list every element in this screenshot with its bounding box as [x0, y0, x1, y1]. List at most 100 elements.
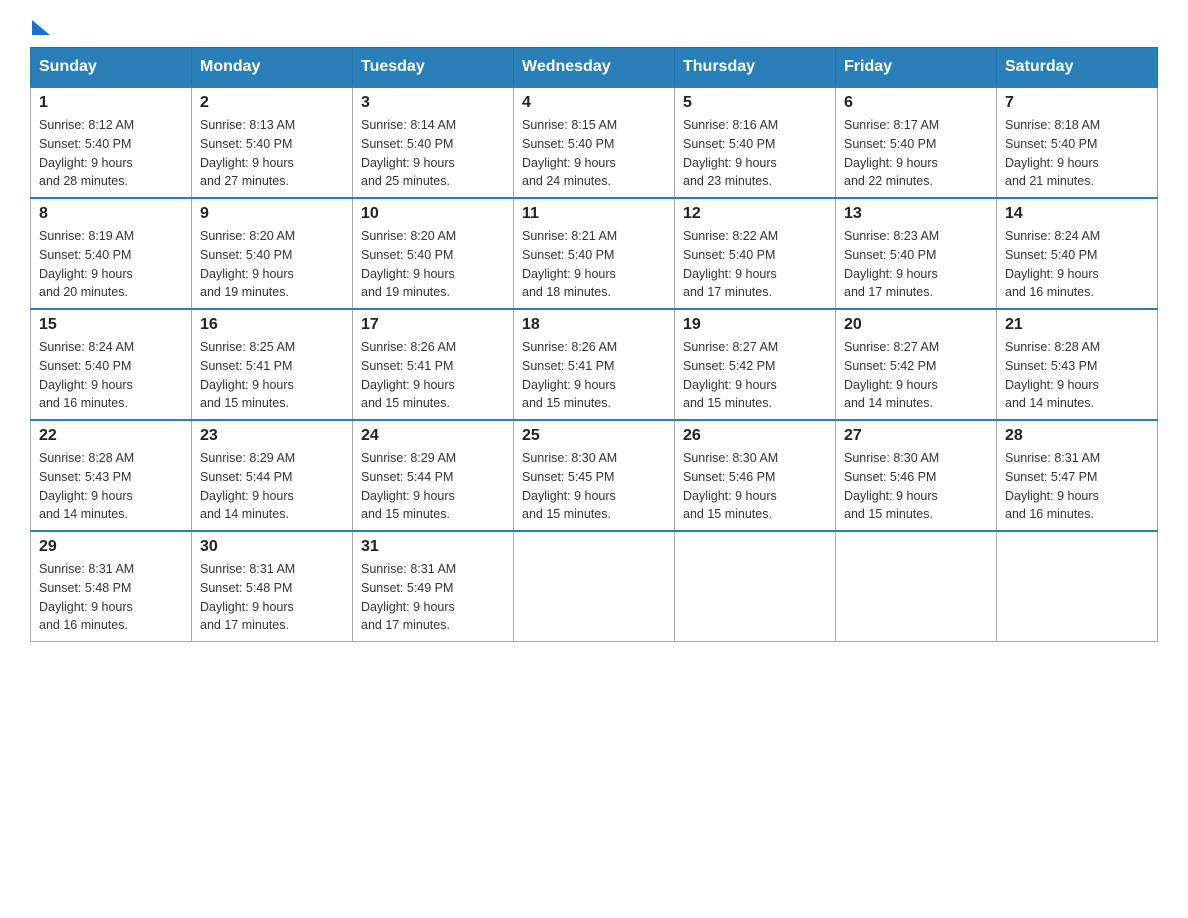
day-number: 15	[39, 316, 183, 334]
calendar-header-row: SundayMondayTuesdayWednesdayThursdayFrid…	[31, 48, 1158, 88]
day-number: 27	[844, 427, 988, 445]
calendar-day-cell: 31Sunrise: 8:31 AMSunset: 5:49 PMDayligh…	[353, 531, 514, 642]
day-info: Sunrise: 8:13 AMSunset: 5:40 PMDaylight:…	[200, 116, 344, 191]
day-info: Sunrise: 8:24 AMSunset: 5:40 PMDaylight:…	[1005, 227, 1149, 302]
calendar-day-cell: 26 Sunrise: 8:30 AMSunset: 5:46 PMDayligh…	[675, 420, 836, 531]
day-number: 26	[683, 427, 827, 445]
calendar-day-cell: 30 Sunrise: 8:31 AMSunset: 5:48 PMDayligh…	[192, 531, 353, 642]
day-number: 23	[200, 427, 344, 445]
day-number: 10	[361, 205, 505, 223]
calendar-day-cell: 20 Sunrise: 8:27 AMSunset: 5:42 PMDayligh…	[836, 309, 997, 420]
day-number: 24	[361, 427, 505, 445]
day-number: 3	[361, 94, 505, 112]
logo-arrow-icon	[32, 20, 50, 35]
calendar-day-cell: 5Sunrise: 8:16 AMSunset: 5:40 PMDaylight…	[675, 87, 836, 198]
calendar-day-cell: 12 Sunrise: 8:22 AMSunset: 5:40 PMDayligh…	[675, 198, 836, 309]
day-number: 18	[522, 316, 666, 334]
day-number: 7	[1005, 94, 1149, 112]
calendar-day-cell: 6Sunrise: 8:17 AMSunset: 5:40 PMDaylight…	[836, 87, 997, 198]
logo	[30, 20, 50, 37]
calendar-day-cell: 16Sunrise: 8:25 AMSunset: 5:41 PMDayligh…	[192, 309, 353, 420]
day-number: 1	[39, 94, 183, 112]
day-info: Sunrise: 8:31 AMSunset: 5:48 PMDaylight:…	[200, 560, 344, 635]
calendar-week-row: 15 Sunrise: 8:24 AMSunset: 5:40 PMDayligh…	[31, 309, 1158, 420]
day-number: 16	[200, 316, 344, 334]
day-of-week-header: Saturday	[997, 48, 1158, 88]
day-number: 9	[200, 205, 344, 223]
day-info: Sunrise: 8:20 AMSunset: 5:40 PMDaylight:…	[361, 227, 505, 302]
calendar-week-row: 8 Sunrise: 8:19 AMSunset: 5:40 PMDaylight…	[31, 198, 1158, 309]
day-info: Sunrise: 8:29 AMSunset: 5:44 PMDaylight:…	[361, 449, 505, 524]
day-number: 8	[39, 205, 183, 223]
day-of-week-header: Thursday	[675, 48, 836, 88]
day-info: Sunrise: 8:23 AMSunset: 5:40 PMDaylight:…	[844, 227, 988, 302]
calendar-day-cell	[675, 531, 836, 642]
calendar-day-cell: 7 Sunrise: 8:18 AMSunset: 5:40 PMDaylight…	[997, 87, 1158, 198]
calendar-day-cell: 27 Sunrise: 8:30 AMSunset: 5:46 PMDayligh…	[836, 420, 997, 531]
calendar-day-cell: 9 Sunrise: 8:20 AMSunset: 5:40 PMDaylight…	[192, 198, 353, 309]
day-number: 17	[361, 316, 505, 334]
calendar-table: SundayMondayTuesdayWednesdayThursdayFrid…	[30, 47, 1158, 642]
day-info: Sunrise: 8:27 AMSunset: 5:42 PMDaylight:…	[683, 338, 827, 413]
calendar-week-row: 29 Sunrise: 8:31 AMSunset: 5:48 PMDayligh…	[31, 531, 1158, 642]
calendar-day-cell	[836, 531, 997, 642]
calendar-day-cell	[514, 531, 675, 642]
day-number: 2	[200, 94, 344, 112]
calendar-day-cell: 25 Sunrise: 8:30 AMSunset: 5:45 PMDayligh…	[514, 420, 675, 531]
day-number: 29	[39, 538, 183, 556]
day-info: Sunrise: 8:28 AMSunset: 5:43 PMDaylight:…	[1005, 338, 1149, 413]
day-number: 22	[39, 427, 183, 445]
day-number: 19	[683, 316, 827, 334]
calendar-day-cell: 24 Sunrise: 8:29 AMSunset: 5:44 PMDayligh…	[353, 420, 514, 531]
day-of-week-header: Sunday	[31, 48, 192, 88]
calendar-day-cell: 19 Sunrise: 8:27 AMSunset: 5:42 PMDayligh…	[675, 309, 836, 420]
day-number: 4	[522, 94, 666, 112]
calendar-day-cell: 17 Sunrise: 8:26 AMSunset: 5:41 PMDayligh…	[353, 309, 514, 420]
day-of-week-header: Tuesday	[353, 48, 514, 88]
day-number: 21	[1005, 316, 1149, 334]
calendar-day-cell: 2 Sunrise: 8:13 AMSunset: 5:40 PMDaylight…	[192, 87, 353, 198]
day-info: Sunrise: 8:30 AMSunset: 5:46 PMDaylight:…	[844, 449, 988, 524]
day-number: 13	[844, 205, 988, 223]
day-info: Sunrise: 8:31 AMSunset: 5:47 PMDaylight:…	[1005, 449, 1149, 524]
calendar-day-cell: 18 Sunrise: 8:26 AMSunset: 5:41 PMDayligh…	[514, 309, 675, 420]
day-info: Sunrise: 8:22 AMSunset: 5:40 PMDaylight:…	[683, 227, 827, 302]
day-info: Sunrise: 8:19 AMSunset: 5:40 PMDaylight:…	[39, 227, 183, 302]
day-number: 30	[200, 538, 344, 556]
day-info: Sunrise: 8:26 AMSunset: 5:41 PMDaylight:…	[522, 338, 666, 413]
calendar-day-cell: 13 Sunrise: 8:23 AMSunset: 5:40 PMDayligh…	[836, 198, 997, 309]
day-info: Sunrise: 8:27 AMSunset: 5:42 PMDaylight:…	[844, 338, 988, 413]
day-of-week-header: Monday	[192, 48, 353, 88]
day-number: 6	[844, 94, 988, 112]
day-number: 20	[844, 316, 988, 334]
page-header	[30, 20, 1158, 37]
day-info: Sunrise: 8:12 AMSunset: 5:40 PMDaylight:…	[39, 116, 183, 191]
calendar-day-cell: 8 Sunrise: 8:19 AMSunset: 5:40 PMDaylight…	[31, 198, 192, 309]
day-info: Sunrise: 8:31 AMSunset: 5:49 PMDaylight:…	[361, 560, 505, 635]
calendar-day-cell: 10 Sunrise: 8:20 AMSunset: 5:40 PMDayligh…	[353, 198, 514, 309]
day-number: 14	[1005, 205, 1149, 223]
day-info: Sunrise: 8:20 AMSunset: 5:40 PMDaylight:…	[200, 227, 344, 302]
day-info: Sunrise: 8:21 AMSunset: 5:40 PMDaylight:…	[522, 227, 666, 302]
day-number: 12	[683, 205, 827, 223]
calendar-week-row: 1 Sunrise: 8:12 AMSunset: 5:40 PMDaylight…	[31, 87, 1158, 198]
day-info: Sunrise: 8:31 AMSunset: 5:48 PMDaylight:…	[39, 560, 183, 635]
day-number: 25	[522, 427, 666, 445]
day-number: 11	[522, 205, 666, 223]
day-info: Sunrise: 8:30 AMSunset: 5:46 PMDaylight:…	[683, 449, 827, 524]
day-info: Sunrise: 8:30 AMSunset: 5:45 PMDaylight:…	[522, 449, 666, 524]
day-info: Sunrise: 8:29 AMSunset: 5:44 PMDaylight:…	[200, 449, 344, 524]
calendar-day-cell: 1 Sunrise: 8:12 AMSunset: 5:40 PMDaylight…	[31, 87, 192, 198]
calendar-day-cell: 28Sunrise: 8:31 AMSunset: 5:47 PMDayligh…	[997, 420, 1158, 531]
calendar-day-cell: 14 Sunrise: 8:24 AMSunset: 5:40 PMDayligh…	[997, 198, 1158, 309]
day-info: Sunrise: 8:26 AMSunset: 5:41 PMDaylight:…	[361, 338, 505, 413]
day-info: Sunrise: 8:15 AMSunset: 5:40 PMDaylight:…	[522, 116, 666, 191]
calendar-day-cell: 3Sunrise: 8:14 AMSunset: 5:40 PMDaylight…	[353, 87, 514, 198]
day-info: Sunrise: 8:24 AMSunset: 5:40 PMDaylight:…	[39, 338, 183, 413]
calendar-week-row: 22Sunrise: 8:28 AMSunset: 5:43 PMDayligh…	[31, 420, 1158, 531]
calendar-day-cell: 22Sunrise: 8:28 AMSunset: 5:43 PMDayligh…	[31, 420, 192, 531]
day-number: 5	[683, 94, 827, 112]
day-of-week-header: Wednesday	[514, 48, 675, 88]
day-info: Sunrise: 8:18 AMSunset: 5:40 PMDaylight:…	[1005, 116, 1149, 191]
calendar-day-cell: 21 Sunrise: 8:28 AMSunset: 5:43 PMDayligh…	[997, 309, 1158, 420]
